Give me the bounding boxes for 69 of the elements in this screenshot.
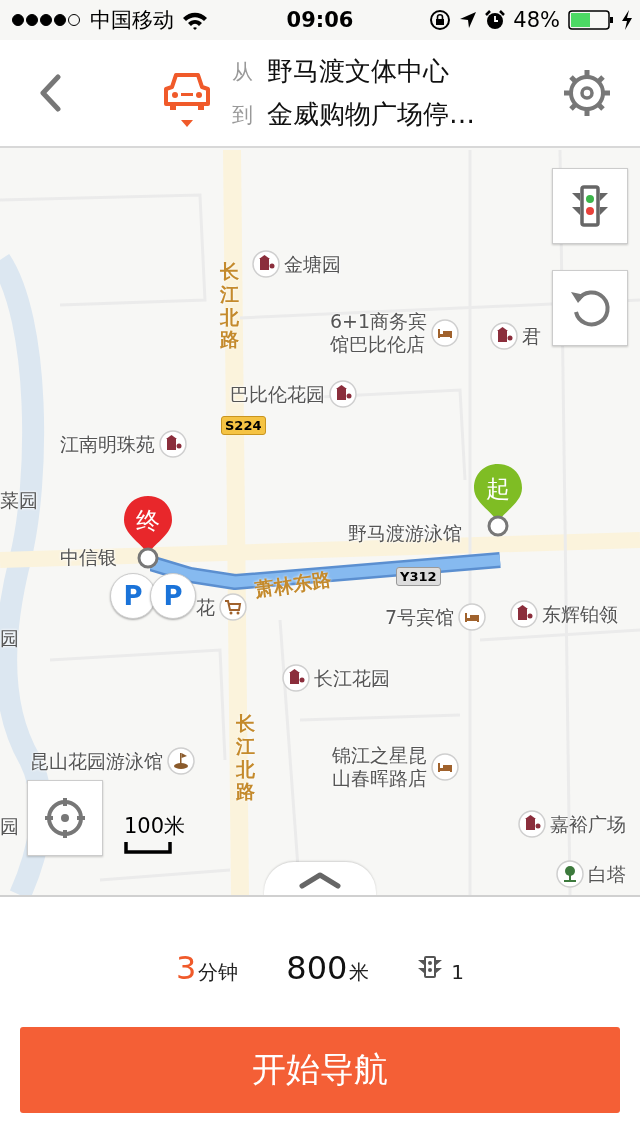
building-icon (518, 810, 546, 838)
tree-icon (556, 860, 584, 888)
building-icon (329, 380, 357, 408)
start-navigation-button[interactable]: 开始导航 (20, 1027, 620, 1113)
charging-bolt-icon (622, 10, 632, 30)
place-label: 东辉铂领 (542, 602, 618, 626)
bed-icon (431, 753, 459, 781)
place-label: 花 (196, 595, 215, 619)
place-label: 江南明珠苑 (60, 432, 155, 456)
cart-icon (219, 593, 247, 621)
place-label: 野马渡游泳馆 (348, 522, 462, 545)
destination-text[interactable]: 金威购物广场停… (267, 97, 475, 132)
place-label: 君 (522, 324, 541, 348)
origin-text[interactable]: 野马渡文体中心 (267, 54, 449, 89)
rotation-lock-icon (429, 9, 452, 31)
place-label: 6+1商务宾 馆巴比伦店 (330, 310, 428, 356)
flag-icon (167, 747, 195, 775)
distance-unit: 米 (349, 959, 370, 986)
building-icon (490, 322, 518, 350)
scale-label: 100米 (124, 813, 186, 840)
place-label: 白塔 (588, 862, 626, 886)
wifi-icon (182, 10, 208, 30)
place-label: 锦江之星昆 山春晖路店 (332, 744, 427, 790)
locate-button[interactable] (27, 780, 103, 856)
traffic-light-icon (570, 183, 610, 229)
carrier-name: 中国移动 (90, 7, 174, 34)
building-icon (252, 250, 280, 278)
bed-icon (431, 319, 460, 347)
place-label: 嘉裕广场 (550, 812, 626, 836)
end-pin: 终 (122, 494, 174, 570)
bed-icon (458, 603, 487, 631)
start-pin: 起 (472, 462, 524, 538)
crosshair-icon (43, 796, 87, 840)
from-label: 从 (232, 58, 253, 86)
settings-button[interactable] (562, 68, 612, 118)
traffic-button[interactable] (552, 168, 628, 244)
duration-value: 3 (175, 949, 197, 987)
building-icon (510, 600, 538, 628)
place-label: 巴比伦花园 (230, 382, 325, 406)
place-label: 园 (0, 627, 19, 650)
place-label: 金塘园 (284, 252, 341, 276)
location-arrow-icon (459, 11, 478, 29)
traffic-light-count: 1 (451, 960, 465, 984)
place-label: 中信银 (60, 546, 117, 569)
duration-unit: 分钟 (198, 959, 239, 986)
road-label: 萧林东路 (253, 566, 333, 603)
place-label: 7号宾馆 (385, 605, 455, 629)
to-label: 到 (232, 101, 253, 129)
distance-value: 800 (286, 949, 348, 987)
alarm-icon (485, 10, 506, 30)
traffic-light-icon (417, 955, 444, 979)
signal-icon (12, 14, 80, 26)
building-icon (282, 664, 310, 692)
battery-icon (568, 10, 614, 30)
place-label: 园 (0, 815, 19, 838)
place-label: 昆山花园游泳馆 (30, 749, 163, 773)
clock-time: 09:06 (285, 8, 355, 32)
back-button[interactable] (38, 73, 64, 113)
road-number-sign: Y312 (396, 567, 441, 586)
scale-bar-icon (124, 842, 172, 854)
building-icon (159, 430, 187, 458)
road-number-sign: S224 (221, 416, 266, 435)
road-label: 长江北路 (236, 712, 255, 804)
expand-handle[interactable] (264, 862, 376, 895)
battery-percent: 48% (513, 8, 560, 32)
refresh-button[interactable] (552, 270, 628, 346)
place-label: 长江花园 (314, 666, 390, 690)
road-label: 长江北路 (220, 260, 239, 352)
place-label: 菜园 (0, 489, 38, 512)
